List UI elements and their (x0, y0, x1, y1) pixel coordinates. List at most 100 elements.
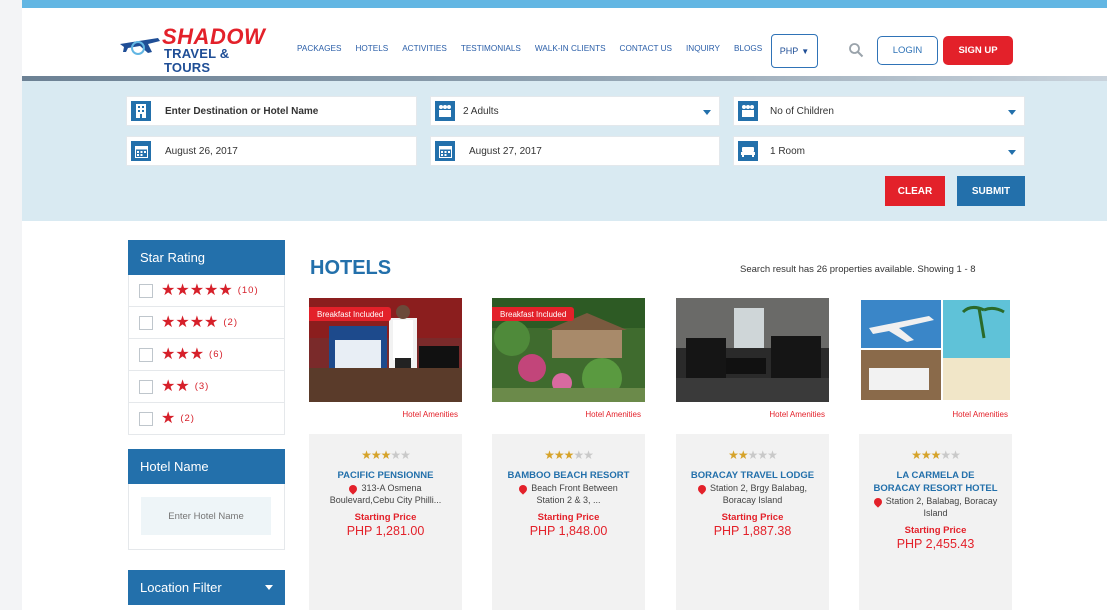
adults-select[interactable]: 2 Adults (430, 96, 720, 126)
signup-button[interactable]: SIGN UP (943, 36, 1013, 65)
location-filter-label: Location Filter (140, 580, 222, 595)
hotel-name[interactable]: BORACAY TRAVEL LODGE (676, 469, 829, 482)
star-filter-count: (2) (223, 317, 238, 328)
map-pin-icon (517, 482, 529, 495)
hotel-photo[interactable] (676, 298, 829, 402)
destination-input[interactable]: Enter Destination or Hotel Name (165, 106, 318, 117)
hotel-photo[interactable]: Breakfast Included (309, 298, 462, 402)
star-filter-4[interactable]: ★★★★ (2) (128, 307, 285, 339)
hotel-price: PHP 2,455.43 (896, 537, 975, 551)
currency-select[interactable]: PHP ▼ (771, 34, 818, 68)
star-filter-checkbox[interactable] (139, 379, 153, 394)
star-rating-icons: ★★★★★ (911, 448, 961, 462)
nav-contact-us[interactable]: CONTACT US (620, 44, 672, 53)
hotel-card[interactable]: Hotel Amenities ★★★★★ LA CARMELA DE BORA… (859, 298, 1012, 610)
hotel-amenities-link[interactable]: Hotel Amenities (676, 410, 825, 419)
star-filter-checkbox[interactable] (139, 283, 153, 298)
nav-testimonials[interactable]: TESTIMONIALS (461, 44, 521, 53)
hotel-photo[interactable] (859, 298, 1012, 402)
hotel-name-input[interactable] (141, 497, 271, 535)
star-icons: ★★★ (161, 345, 205, 363)
hotel-address: Station 2, Brgy Balabag, Boracay Island (676, 482, 829, 506)
hotel-price: PHP 1,848.00 (529, 524, 608, 538)
checkin-field[interactable]: August 26, 2017 (126, 136, 417, 166)
star-filter-1[interactable]: ★ (2) (128, 403, 285, 435)
star-filter-count: (6) (209, 349, 224, 360)
bed-icon (738, 141, 758, 161)
hotel-name[interactable]: LA CARMELA DE BORACAY RESORT HOTEL (859, 469, 1012, 495)
hotel-name-panel (128, 484, 285, 550)
map-pin-icon (347, 482, 360, 495)
page: SHADOW TRAVEL & TOURS PACKAGES HOTELS AC… (22, 0, 1107, 610)
checkout-value: August 27, 2017 (469, 145, 542, 157)
starting-price-label: Starting Price (721, 512, 784, 523)
star-rating-header: Star Rating (128, 240, 285, 275)
nav-hotels[interactable]: HOTELS (355, 44, 388, 53)
children-select[interactable]: No of Children (733, 96, 1025, 126)
result-summary: Search result has 26 properties availabl… (740, 264, 976, 275)
hotel-name[interactable]: BAMBOO BEACH RESORT (492, 469, 645, 482)
hotel-address: 313-A Osmena Boulevard,Cebu City Philli.… (329, 482, 442, 505)
calendar-icon (435, 141, 455, 161)
location-filter-header[interactable]: Location Filter (128, 570, 285, 605)
hotel-name[interactable]: PACIFIC PENSIONNE (309, 469, 462, 482)
star-filter-count: (10) (237, 285, 259, 296)
nav-blogs[interactable]: BLOGS (734, 44, 762, 53)
star-rating-icons: ★★★★★ (544, 448, 594, 462)
people-icon (435, 101, 455, 121)
hotel-amenities-link[interactable]: Hotel Amenities (309, 410, 458, 419)
hotel-amenities-link[interactable]: Hotel Amenities (859, 410, 1008, 419)
caret-down-icon: ▼ (801, 46, 810, 56)
rooms-select[interactable]: 1 Room (733, 136, 1025, 166)
calendar-icon (131, 141, 151, 161)
hotel-info: ★★★★★ PACIFIC PENSIONNE 313-A Osmena Bou… (309, 434, 462, 610)
star-filter-checkbox[interactable] (139, 347, 153, 362)
star-filter-count: (3) (194, 381, 210, 392)
site-header: SHADOW TRAVEL & TOURS PACKAGES HOTELS AC… (22, 8, 1107, 76)
nav-walk-in-clients[interactable]: WALK-IN CLIENTS (535, 44, 606, 53)
nav-packages[interactable]: PACKAGES (297, 44, 341, 53)
nav-activities[interactable]: ACTIVITIES (402, 44, 447, 53)
hotel-name-header: Hotel Name (128, 449, 285, 484)
logo[interactable]: SHADOW TRAVEL & TOURS (118, 26, 278, 75)
breakfast-badge: Breakfast Included (492, 307, 575, 321)
hotel-address: Station 2, Balabag, Boracay Island (859, 495, 1012, 519)
main-nav: PACKAGES HOTELS ACTIVITIES TESTIMONIALS … (297, 44, 776, 53)
star-filter-3[interactable]: ★★★ (6) (128, 339, 285, 371)
star-filter-2[interactable]: ★★ (3) (128, 371, 285, 403)
hotel-amenities-link[interactable]: Hotel Amenities (492, 410, 641, 419)
destination-field[interactable]: Enter Destination or Hotel Name (126, 96, 417, 126)
star-icons: ★★★★ (161, 313, 219, 331)
hotel-info: ★★★★★ BAMBOO BEACH RESORT Beach Front Be… (492, 434, 645, 610)
hotel-photo[interactable]: Breakfast Included (492, 298, 645, 402)
airplane-logo-icon (120, 38, 160, 55)
map-pin-icon (872, 495, 884, 508)
adults-value: 2 Adults (463, 105, 499, 117)
star-rating-icons: ★★★★★ (728, 448, 778, 462)
hotel-card[interactable]: Breakfast Included Hotel Amenities ★★★★★… (309, 298, 462, 610)
star-icons: ★ (161, 409, 176, 427)
hotel-info: ★★★★★ LA CARMELA DE BORACAY RESORT HOTEL… (859, 434, 1012, 610)
starting-price-label: Starting Price (904, 525, 967, 536)
nav-inquiry[interactable]: INQUIRY (686, 44, 720, 53)
hotel-card[interactable]: Hotel Amenities ★★★★★ BORACAY TRAVEL LOD… (676, 298, 829, 610)
clear-button[interactable]: CLEAR (885, 176, 945, 206)
star-filter-checkbox[interactable] (139, 315, 153, 330)
star-filter-count: (2) (180, 413, 195, 424)
submit-button[interactable]: SUBMIT (957, 176, 1025, 206)
logo-subtitle: TRAVEL & TOURS (164, 46, 230, 75)
checkout-field[interactable]: August 27, 2017 (430, 136, 720, 166)
chevron-down-icon (1008, 150, 1016, 155)
filter-sidebar: Star Rating ★★★★★ (10) ★★★★ (2) ★★★ (6) … (128, 240, 285, 610)
star-icons: ★★ (161, 377, 190, 395)
login-button[interactable]: LOGIN (877, 36, 938, 65)
hotel-price: PHP 1,281.00 (346, 524, 425, 538)
hotel-price: PHP 1,887.38 (713, 524, 792, 538)
search-icon[interactable] (848, 42, 864, 58)
star-filter-5[interactable]: ★★★★★ (10) (128, 275, 285, 307)
star-filter-checkbox[interactable] (139, 411, 153, 426)
top-strip (22, 0, 1107, 8)
checkin-value: August 26, 2017 (165, 145, 238, 157)
chevron-down-icon (265, 585, 273, 590)
hotel-card[interactable]: Breakfast Included Hotel Amenities ★★★★★… (492, 298, 645, 610)
